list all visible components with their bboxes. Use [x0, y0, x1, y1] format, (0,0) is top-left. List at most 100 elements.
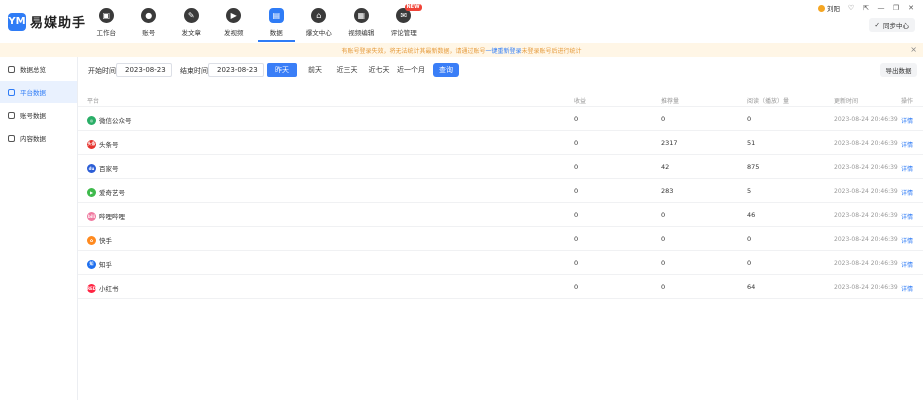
- recommend-cell: 0: [661, 259, 666, 267]
- data-icon: ▤: [268, 8, 284, 23]
- income-cell: 0: [574, 115, 579, 123]
- nav-label: 爆文中心: [305, 29, 332, 37]
- nav-item-hot-articles[interactable]: ⌂ 爆文中心: [298, 0, 341, 43]
- sidebar-item-account-data[interactable]: 账号数据: [0, 104, 77, 126]
- nav-label: 账号: [142, 29, 156, 37]
- favorite-icon[interactable]: ♡: [847, 4, 855, 12]
- start-date-input[interactable]: 2023-08-23: [116, 63, 172, 77]
- update-time-cell: 2023-08-24 20:46:39: [834, 163, 898, 171]
- col-platform: 平台: [87, 98, 100, 105]
- col-income: 收益: [574, 98, 587, 105]
- platform-cell: 头条 头条号: [87, 139, 119, 149]
- income-cell: 0: [574, 235, 579, 243]
- detail-link[interactable]: 详情: [901, 164, 913, 173]
- detail-link[interactable]: 详情: [901, 140, 913, 149]
- sidebar-item-label: 内容数据: [20, 135, 46, 143]
- nav-item-data[interactable]: ▤ 数据: [255, 0, 298, 43]
- nav-label: 工作台: [96, 29, 117, 37]
- platform-logo-icon: bili: [87, 211, 96, 221]
- quick-7days-button[interactable]: 近七天: [364, 63, 394, 77]
- nav-label: 发文章: [181, 29, 202, 37]
- read-cell: 0: [747, 115, 752, 123]
- platform-logo-icon: RED: [86, 283, 97, 293]
- platform-name: 头条号: [99, 141, 119, 149]
- main-nav: ▣ 工作台 ● 账号 ✎ 发文章 ▶ 发视频 ▤ 数据 ⌂ 爆文中心 ▦ 视频编…: [85, 0, 425, 43]
- platform-logo-icon: 头条: [87, 139, 96, 149]
- platform-name: 快手: [99, 237, 112, 245]
- read-cell: 5: [747, 187, 752, 195]
- nav-item-comments[interactable]: ✉ NEW 评论管理: [383, 0, 426, 43]
- external-link-icon[interactable]: ⇱: [862, 4, 870, 12]
- app-logo: YM 易媒助手: [8, 12, 86, 31]
- nav-label: 数据: [269, 29, 283, 37]
- workbench-icon: ▣: [98, 8, 114, 23]
- sidebar-item-platform-data[interactable]: 平台数据: [0, 81, 77, 103]
- filter-bar: 开始时间 2023-08-23 结束时间 2023-08-23 昨天 前天 近三…: [78, 57, 923, 85]
- update-time-cell: 2023-08-24 20:46:39: [834, 283, 898, 291]
- maximize-icon[interactable]: ❐: [892, 4, 900, 12]
- quick-yesterday-button[interactable]: 昨天: [267, 63, 297, 77]
- sidebar-item-label: 数据总览: [20, 66, 46, 74]
- login-expired-notice: 有账号登录失效，将无法统计其最新数据，请通过账号 一键重新登录 未登录账号后进行…: [0, 43, 923, 57]
- nav-item-video-edit[interactable]: ▦ 视频编辑: [340, 0, 383, 43]
- detail-link[interactable]: 详情: [901, 260, 913, 269]
- close-icon[interactable]: ✕: [907, 4, 915, 12]
- new-badge: NEW: [404, 4, 422, 11]
- account-icon: [8, 111, 15, 119]
- read-cell: 64: [747, 283, 756, 291]
- detail-link[interactable]: 详情: [901, 284, 913, 293]
- nav-item-workbench[interactable]: ▣ 工作台: [85, 0, 128, 43]
- video-play-icon: ▶: [226, 8, 242, 23]
- sidebar-item-content-data[interactable]: 内容数据: [0, 127, 77, 149]
- table-row: 知知乎 0 0 0 2023-08-24 20:46:39 详情: [78, 251, 923, 275]
- platform-cell: RED 小红书: [87, 283, 119, 293]
- quick-day-before-button[interactable]: 前天: [300, 63, 330, 77]
- sidebar-item-overview[interactable]: 数据总览: [0, 58, 77, 80]
- platform-icon: [8, 88, 15, 96]
- read-cell: 875: [747, 163, 760, 171]
- detail-link[interactable]: 详情: [901, 212, 913, 221]
- platform-logo-icon: ✿: [87, 235, 96, 245]
- detail-link[interactable]: 详情: [901, 116, 913, 125]
- recommend-cell: 0: [661, 115, 666, 123]
- data-sidebar: 数据总览 平台数据 账号数据 内容数据: [0, 57, 78, 400]
- notice-tail: 未登录账号后进行统计: [521, 47, 582, 55]
- platform-name: 哔哩哔哩: [99, 213, 125, 221]
- quick-3days-button[interactable]: 近三天: [332, 63, 362, 77]
- col-update-time: 更新时间: [834, 98, 859, 105]
- video-edit-icon: ▦: [353, 8, 369, 23]
- income-cell: 0: [574, 163, 579, 171]
- read-cell: 46: [747, 211, 756, 219]
- logo-mark-icon: YM: [8, 12, 26, 31]
- table-row: ◎ 微信公众号 0 0 0 2023-08-24 20:46:39 详情: [78, 107, 923, 131]
- nav-item-account[interactable]: ● 账号: [128, 0, 171, 43]
- sync-center-button[interactable]: ✓ 同步中心: [868, 18, 915, 32]
- close-icon[interactable]: ×: [910, 45, 917, 54]
- compose-icon: ✎: [183, 8, 199, 23]
- nav-item-article[interactable]: ✎ 发文章: [170, 0, 213, 43]
- quick-month-button[interactable]: 近一个月: [395, 63, 427, 77]
- relogin-link[interactable]: 一键重新登录: [485, 46, 521, 55]
- export-data-button[interactable]: 导出数据: [880, 63, 917, 77]
- table-row: RED 小红书 0 0 64 2023-08-24 20:46:39 详情: [78, 275, 923, 299]
- query-button[interactable]: 查询: [433, 63, 459, 77]
- minimize-icon[interactable]: —: [877, 4, 885, 12]
- read-cell: 0: [747, 259, 752, 267]
- recommend-cell: 283: [661, 187, 674, 195]
- user-menu[interactable]: 刘阳: [818, 3, 840, 13]
- detail-link[interactable]: 详情: [901, 236, 913, 245]
- platform-cell: ◎ 微信公众号: [87, 115, 132, 125]
- sidebar-item-label: 账号数据: [20, 112, 46, 120]
- update-time-cell: 2023-08-24 20:46:39: [834, 259, 898, 267]
- end-date-input[interactable]: 2023-08-23: [208, 63, 264, 77]
- platform-cell: ✿ 快手: [87, 235, 112, 245]
- notice-text: 有账号登录失效，将无法统计其最新数据，请通过账号: [341, 47, 486, 55]
- read-cell: 0: [747, 235, 752, 243]
- platform-logo-icon: ▶: [87, 187, 96, 197]
- detail-link[interactable]: 详情: [901, 188, 913, 197]
- nav-item-video[interactable]: ▶ 发视频: [213, 0, 256, 43]
- user-name: 刘阳: [827, 5, 840, 13]
- update-time-cell: 2023-08-24 20:46:39: [834, 187, 898, 195]
- app-name: 易媒助手: [30, 16, 87, 31]
- col-operation: 操作: [901, 98, 914, 105]
